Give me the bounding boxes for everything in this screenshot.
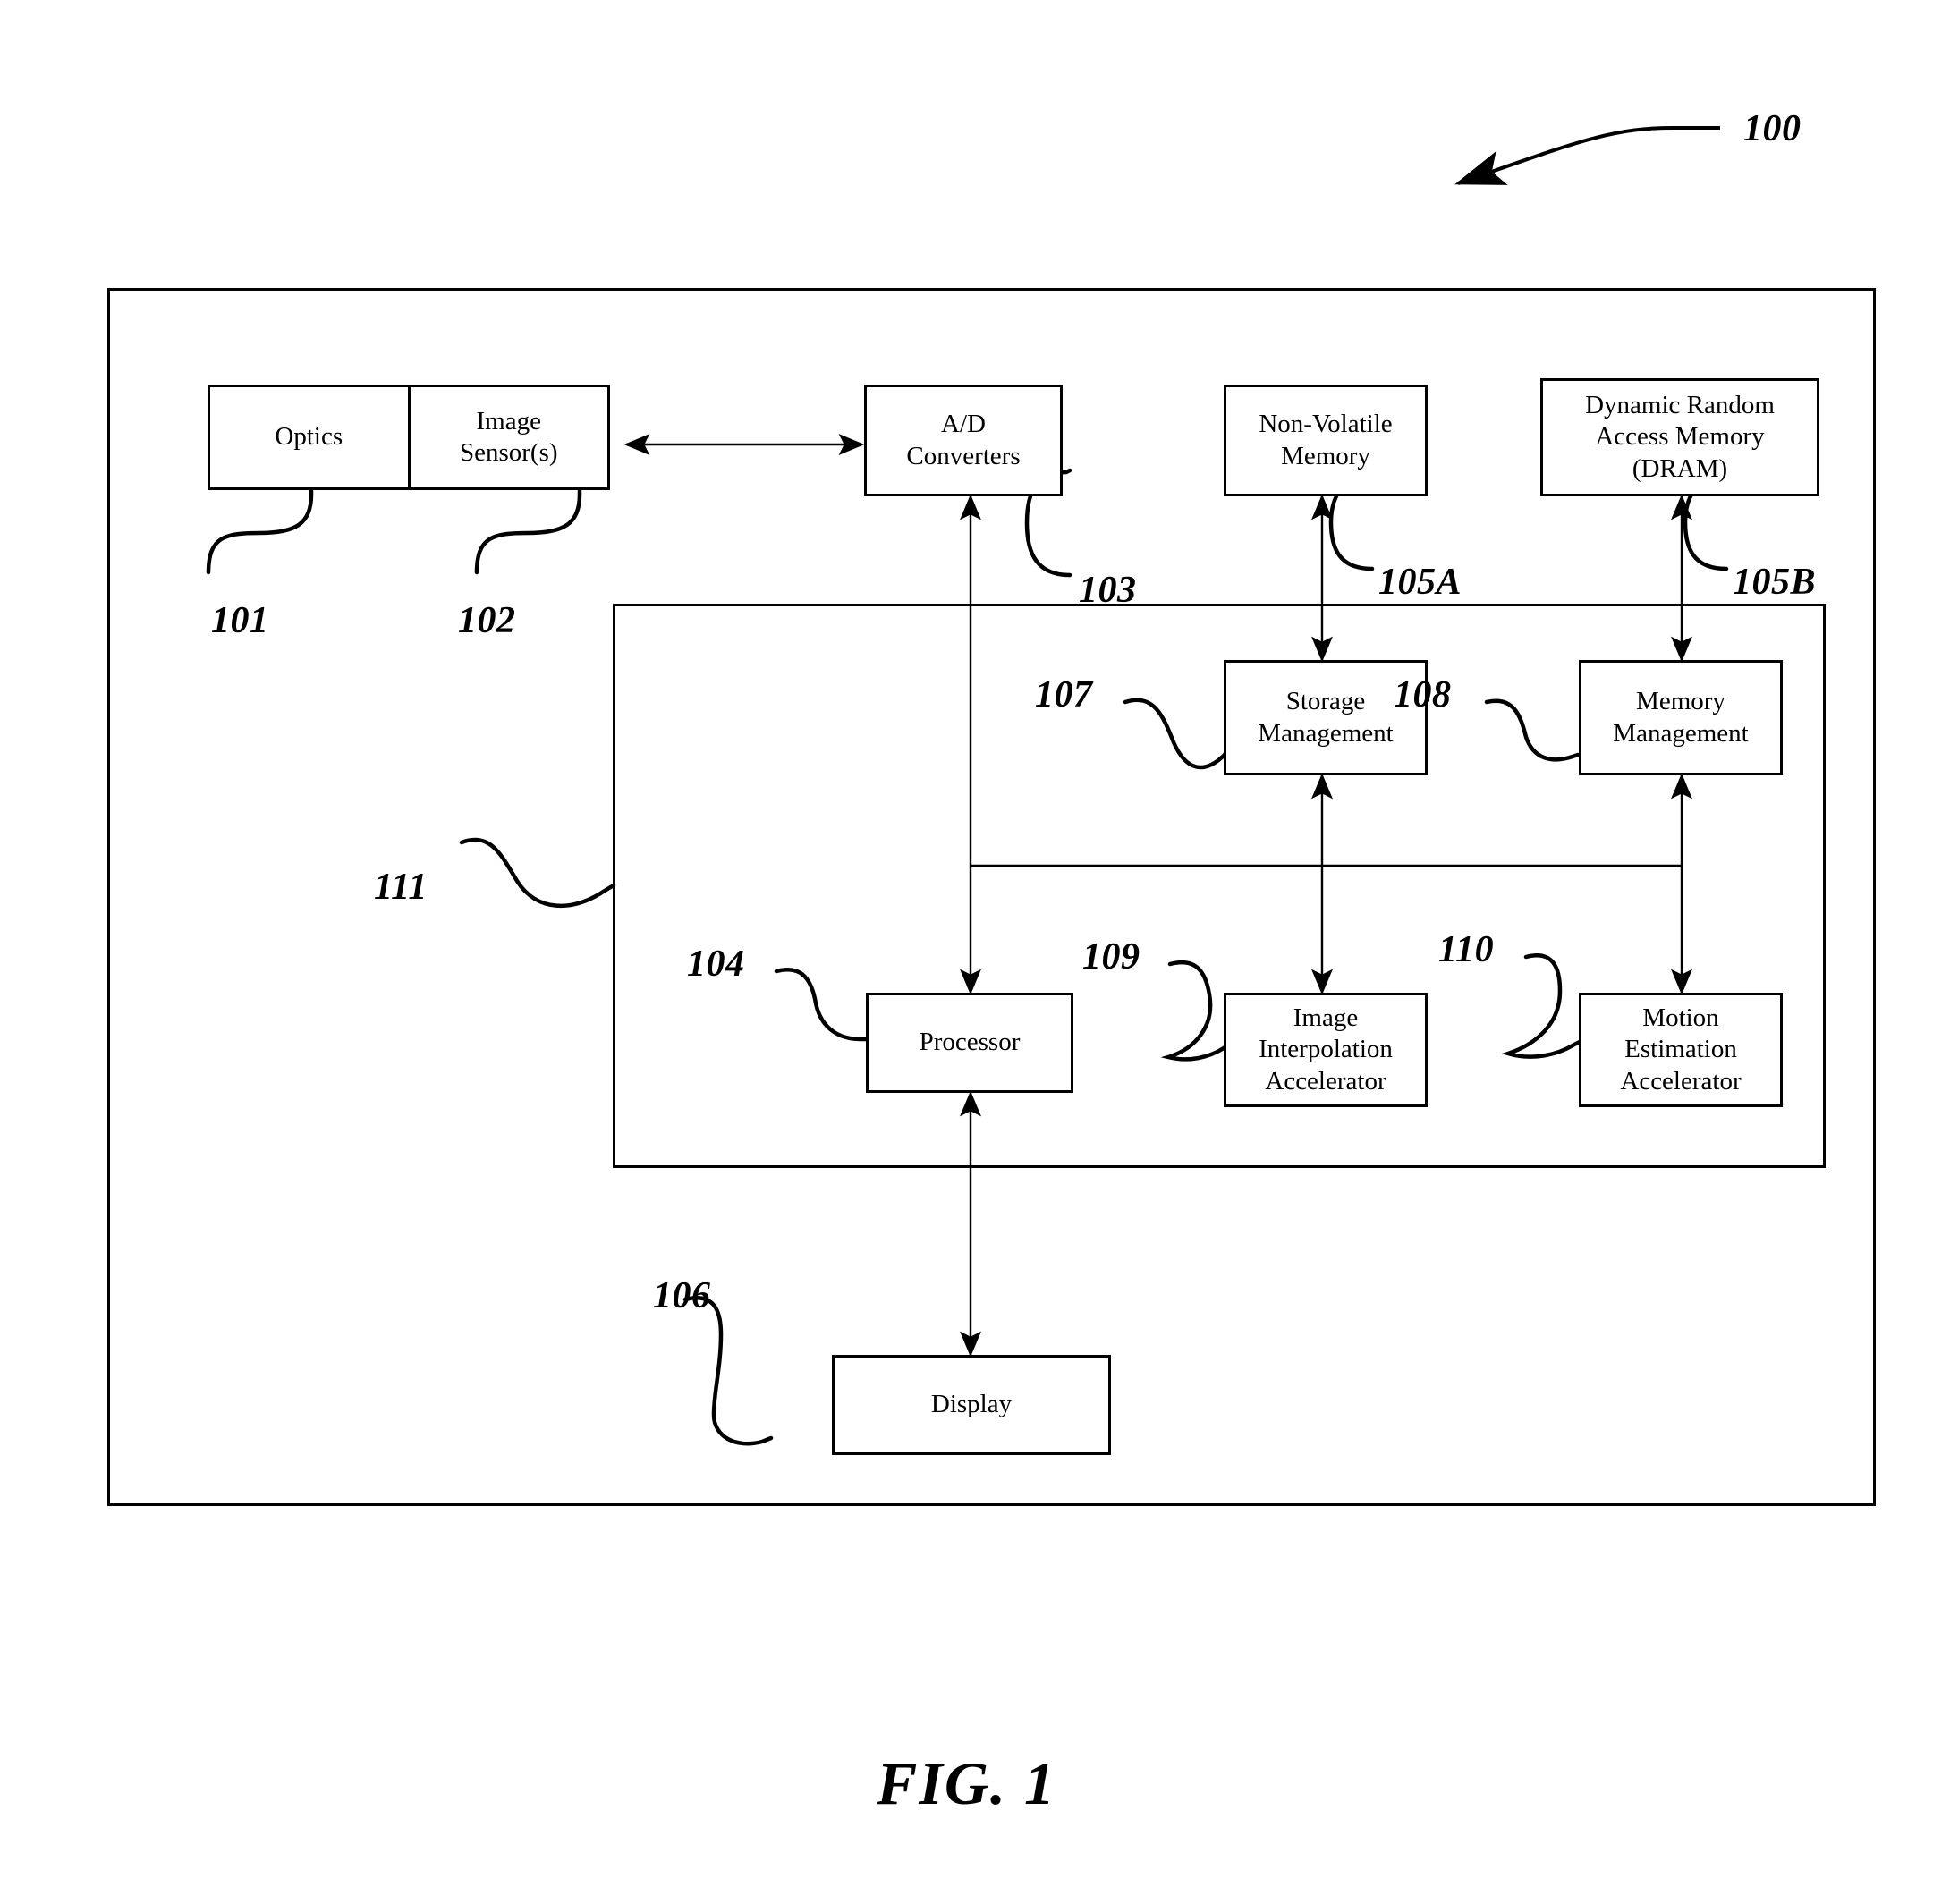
ref-numeral-105A: 105A: [1378, 562, 1462, 603]
ref-numeral-111: 111: [374, 867, 428, 908]
storage-management-label: Storage Management: [1258, 687, 1394, 748]
processor-block[interactable]: Processor: [866, 993, 1073, 1093]
display-block[interactable]: Display: [832, 1355, 1111, 1455]
ref-numeral-103: 103: [1079, 570, 1137, 611]
ref-numeral-102: 102: [458, 600, 516, 641]
dram-block[interactable]: Dynamic Random Access Memory (DRAM): [1540, 378, 1819, 496]
non-volatile-memory-label: Non-Volatile Memory: [1259, 410, 1393, 470]
ref-numeral-105B: 105B: [1733, 562, 1817, 603]
ad-converters-label: A/D Converters: [906, 410, 1021, 470]
motion-estimation-accelerator-block[interactable]: Motion Estimation Accelerator: [1579, 993, 1783, 1107]
memory-management-label: Memory Management: [1613, 687, 1749, 748]
image-interpolation-accelerator-label: Image Interpolation Accelerator: [1259, 1003, 1393, 1096]
motion-estimation-accelerator-label: Motion Estimation Accelerator: [1620, 1003, 1742, 1096]
patent-figure: Optics Image Sensor(s) A/D Converters No…: [0, 0, 1933, 1904]
ref-numeral-109: 109: [1082, 936, 1140, 977]
non-volatile-memory-block[interactable]: Non-Volatile Memory: [1224, 385, 1428, 496]
ref-numeral-104: 104: [687, 944, 745, 985]
display-label: Display: [930, 1390, 1013, 1419]
memory-management-block[interactable]: Memory Management: [1579, 660, 1783, 775]
ref-numeral-108: 108: [1394, 674, 1452, 715]
optics-cell[interactable]: Optics: [210, 387, 408, 487]
processor-label: Processor: [919, 1028, 1021, 1057]
figure-caption: FIG. 1: [877, 1749, 1056, 1817]
ref-numeral-106: 106: [653, 1275, 711, 1316]
ad-converters-block[interactable]: A/D Converters: [864, 385, 1063, 496]
ref-numeral-110: 110: [1438, 929, 1495, 970]
dram-label: Dynamic Random Access Memory (DRAM): [1585, 390, 1775, 483]
image-sensor-label: Image Sensor(s): [459, 406, 558, 467]
ref-numeral-107: 107: [1035, 674, 1093, 715]
ref-numeral-101: 101: [211, 600, 269, 641]
image-interpolation-accelerator-block[interactable]: Image Interpolation Accelerator: [1224, 993, 1428, 1107]
ref-numeral-100: 100: [1743, 108, 1802, 149]
optics-label: Optics: [275, 422, 343, 452]
system-ref-leader: [1454, 126, 1720, 185]
optics-image-sensor-block[interactable]: Optics Image Sensor(s): [208, 385, 610, 490]
image-sensor-cell[interactable]: Image Sensor(s): [411, 387, 608, 487]
